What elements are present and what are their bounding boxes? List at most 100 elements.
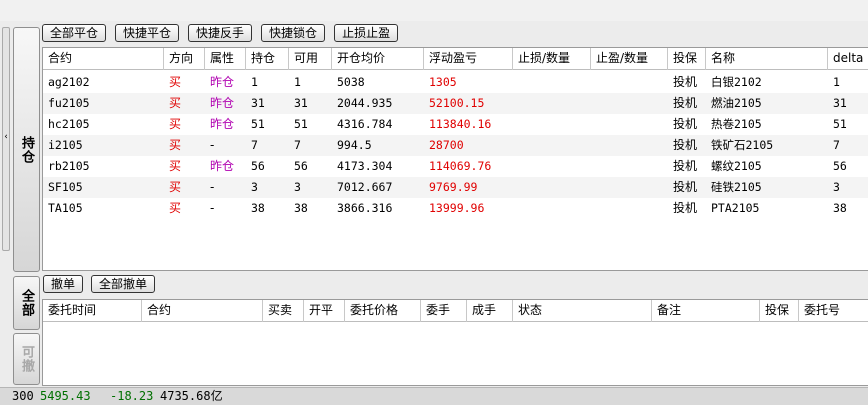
tab-cancellable-orders[interactable]: 可撤 (13, 333, 40, 385)
quick-reverse-button[interactable]: 快捷反手 (188, 24, 253, 42)
cell-take-profit (591, 177, 668, 198)
orders-table: 委托时间 合约 买卖 开平 委托价格 委手 成手 状态 备注 投保 委托号 (42, 299, 868, 386)
table-row[interactable]: i2105 买 - 7 7 994.5 28700 投机 铁矿石2105 7 (43, 135, 868, 156)
cell-take-profit (591, 93, 668, 114)
column-header-avg-price[interactable]: 开仓均价 (332, 48, 424, 70)
table-row[interactable]: rb2105 买 昨仓 56 56 4173.304 114069.76 投机 螺纹2105 56 (43, 156, 868, 177)
cell-delta: 51 (833, 117, 847, 131)
cell-avg-price: 994.5 (337, 138, 372, 152)
cell-take-profit (591, 114, 668, 135)
cell-direction: 买 (169, 159, 182, 173)
cell-avg-price: 3866.316 (337, 201, 393, 215)
cell-attribute: - (210, 201, 215, 215)
cell-hedge: 投机 (673, 96, 698, 110)
table-row[interactable]: SF105 买 - 3 3 7012.667 9769.99 投机 硅铁2105 3 (43, 177, 868, 198)
cell-attribute: 昨仓 (210, 159, 235, 173)
column-header-status[interactable]: 状态 (513, 300, 652, 322)
cell-pnl: 52100.15 (429, 96, 485, 110)
cancel-order-button[interactable]: 撤单 (43, 275, 84, 293)
cell-stop-loss (513, 93, 591, 114)
column-header-buy-sell[interactable]: 买卖 (263, 300, 304, 322)
positions-header-row: 合约 方向 属性 持仓 可用 开仓均价 浮动盈亏 止损/数量 止盈/数量 投保 名称 delta (43, 48, 868, 70)
cell-hedge: 投机 (673, 138, 698, 152)
column-header-remark[interactable]: 备注 (652, 300, 760, 322)
cell-name: 白银2102 (711, 75, 762, 89)
cell-stop-loss (513, 156, 591, 177)
cell-hold: 38 (251, 201, 265, 215)
column-header-contract[interactable]: 合约 (142, 300, 263, 322)
quick-close-button[interactable]: 快捷平仓 (115, 24, 180, 42)
cell-direction: 买 (169, 117, 182, 131)
cell-attribute: - (210, 138, 215, 152)
column-header-available[interactable]: 可用 (289, 48, 332, 70)
cell-pnl: 9769.99 (429, 180, 478, 194)
cell-direction: 买 (169, 96, 182, 110)
column-header-contract[interactable]: 合约 (43, 48, 164, 70)
table-row[interactable]: fu2105 买 昨仓 31 31 2044.935 52100.15 投机 燃油2105 31 (43, 93, 868, 114)
cell-stop-loss (513, 72, 591, 93)
column-header-hold[interactable]: 持仓 (246, 48, 289, 70)
cancel-all-orders-button[interactable]: 全部撤单 (91, 275, 156, 293)
column-header-order-price[interactable]: 委托价格 (345, 300, 421, 322)
top-strip (0, 0, 868, 21)
turnover-value: 4735.68亿 (160, 389, 223, 403)
table-row[interactable]: hc2105 买 昨仓 51 51 4316.784 113840.16 投机 热卷2105 51 (43, 114, 868, 135)
cell-available: 51 (294, 117, 308, 131)
cell-pnl: 13999.96 (429, 201, 485, 215)
column-header-open-close[interactable]: 开平 (304, 300, 345, 322)
cell-hedge: 投机 (673, 180, 698, 194)
tab-all-orders-label: 全部 (19, 289, 34, 317)
stop-loss-profit-button[interactable]: 止损止盈 (334, 24, 399, 42)
column-header-direction[interactable]: 方向 (164, 48, 205, 70)
column-header-order-time[interactable]: 委托时间 (43, 300, 142, 322)
cell-take-profit (591, 135, 668, 156)
chevron-left-icon: ‹ (4, 132, 8, 142)
column-header-hedge[interactable]: 投保 (760, 300, 799, 322)
column-header-filled-qty[interactable]: 成手 (467, 300, 513, 322)
table-row[interactable]: TA105 买 - 38 38 3866.316 13999.96 投机 PTA2105 38 (43, 198, 868, 219)
cell-delta: 7 (833, 138, 840, 152)
cell-contract: i2105 (48, 138, 83, 152)
column-header-take-profit[interactable]: 止盈/数量 (591, 48, 668, 70)
column-header-hedge[interactable]: 投保 (668, 48, 706, 70)
panel-collapse-handle[interactable]: ‹ (2, 27, 10, 251)
tab-cancellable-label: 可撤 (19, 345, 34, 373)
column-header-order-qty[interactable]: 委手 (421, 300, 467, 322)
quick-lock-button[interactable]: 快捷锁仓 (261, 24, 326, 42)
cell-take-profit (591, 198, 668, 219)
cell-contract: SF105 (48, 180, 83, 194)
cell-hedge: 投机 (673, 117, 698, 131)
tab-positions[interactable]: 持仓 (13, 27, 40, 272)
column-header-attribute[interactable]: 属性 (205, 48, 246, 70)
cell-avg-price: 2044.935 (337, 96, 393, 110)
cell-hold: 1 (251, 75, 258, 89)
status-bar: 300 5495.43 -18.23 4735.68亿 (0, 387, 868, 405)
cell-contract: ag2102 (48, 75, 90, 89)
orders-toolbar: 撤单 全部撤单 (43, 275, 156, 293)
column-header-stop-loss[interactable]: 止损/数量 (513, 48, 591, 70)
column-header-delta[interactable]: delta (828, 48, 868, 70)
positions-table: 合约 方向 属性 持仓 可用 开仓均价 浮动盈亏 止损/数量 止盈/数量 投保 名称 delta ag… (42, 47, 868, 271)
cell-hold: 3 (251, 180, 258, 194)
tab-all-orders[interactable]: 全部 (13, 276, 40, 330)
cell-contract: fu2105 (48, 96, 90, 110)
cell-hold: 7 (251, 138, 258, 152)
cell-available: 1 (294, 75, 301, 89)
cell-attribute: - (210, 180, 215, 194)
column-header-order-id[interactable]: 委托号 (799, 300, 868, 322)
cell-avg-price: 4316.784 (337, 117, 393, 131)
cell-stop-loss (513, 135, 591, 156)
cell-hedge: 投机 (673, 159, 698, 173)
column-header-name[interactable]: 名称 (706, 48, 828, 70)
close-all-button[interactable]: 全部平仓 (42, 24, 107, 42)
tab-positions-label: 持仓 (19, 135, 34, 164)
cell-available: 31 (294, 96, 308, 110)
column-header-pnl[interactable]: 浮动盈亏 (424, 48, 513, 70)
cell-contract: TA105 (48, 201, 83, 215)
cell-name: 铁矿石2105 (711, 138, 774, 152)
positions-toolbar: 全部平仓 快捷平仓 快捷反手 快捷锁仓 止损止盈 (42, 24, 399, 42)
cell-stop-loss (513, 114, 591, 135)
table-row[interactable]: ag2102 买 昨仓 1 1 5038 1305 投机 白银2102 1 (43, 72, 868, 93)
cell-attribute: 昨仓 (210, 117, 235, 131)
cell-delta: 3 (833, 180, 840, 194)
